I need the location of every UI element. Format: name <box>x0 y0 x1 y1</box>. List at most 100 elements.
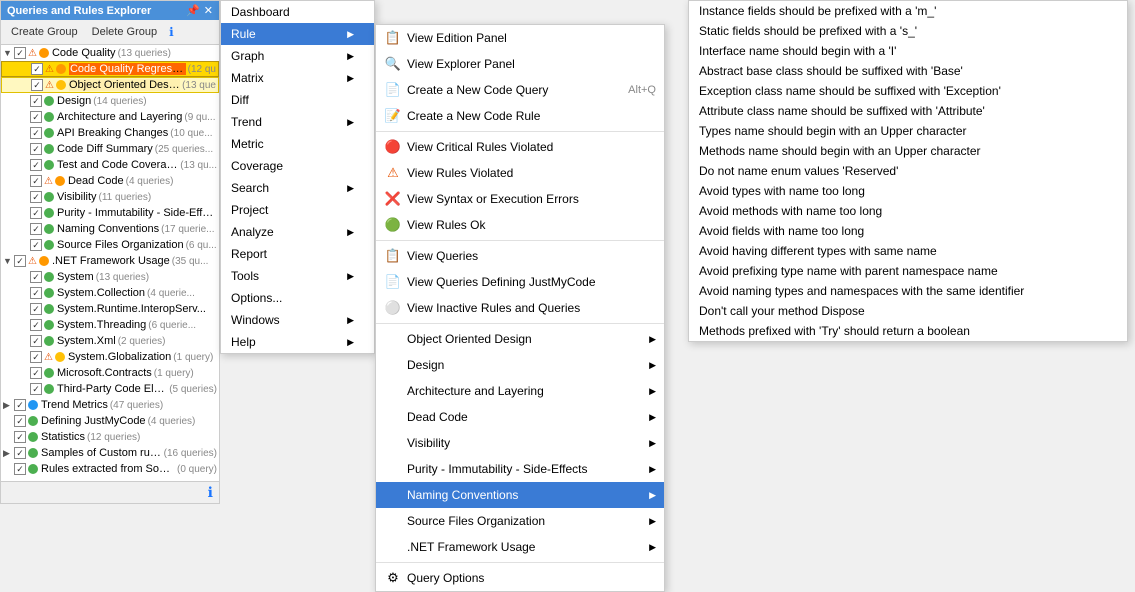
naming-submenu-item[interactable]: Avoid naming types and namespaces with t… <box>689 281 1127 301</box>
naming-submenu-item[interactable]: Avoid prefixing type name with parent na… <box>689 261 1127 281</box>
main-menu-item[interactable]: Windows▶ <box>221 309 374 331</box>
main-menu-item[interactable]: Rule▶ <box>221 23 374 45</box>
checkbox[interactable] <box>30 191 42 203</box>
tree-item[interactable]: System.Threading (6 querie... <box>1 317 219 333</box>
rule-submenu-item[interactable]: .NET Framework Usage▶ <box>376 534 664 560</box>
pin-icon[interactable]: 📌 <box>186 4 200 17</box>
checkbox[interactable] <box>30 175 42 187</box>
rule-submenu-item[interactable]: Naming Conventions▶ <box>376 482 664 508</box>
rule-submenu-item[interactable]: 📄View Queries Defining JustMyCode <box>376 269 664 295</box>
tree-item[interactable]: System.Collection (4 querie... <box>1 285 219 301</box>
naming-submenu-item[interactable]: Do not name enum values 'Reserved' <box>689 161 1127 181</box>
rule-submenu-item[interactable]: ⚠View Rules Violated <box>376 160 664 186</box>
checkbox[interactable] <box>14 431 26 443</box>
main-menu-item[interactable]: Project <box>221 199 374 221</box>
checkbox[interactable] <box>30 367 42 379</box>
naming-submenu-item[interactable]: Instance fields should be prefixed with … <box>689 1 1127 21</box>
bottom-info-icon[interactable]: ℹ <box>208 484 213 501</box>
tree-item[interactable]: Test and Code Coverage (13 qu... <box>1 157 219 173</box>
main-menu-item[interactable]: Help▶ <box>221 331 374 353</box>
tree-item[interactable]: Naming Conventions (17 querie... <box>1 221 219 237</box>
tree-item[interactable]: Defining JustMyCode (4 queries) <box>1 413 219 429</box>
tree-item[interactable]: ⚠Dead Code (4 queries) <box>1 173 219 189</box>
expand-icon[interactable]: ▼ <box>3 256 13 266</box>
rule-submenu-item[interactable]: Object Oriented Design▶ <box>376 326 664 352</box>
rule-submenu-item[interactable]: ❌View Syntax or Execution Errors <box>376 186 664 212</box>
rule-submenu-item[interactable]: Purity - Immutability - Side-Effects▶ <box>376 456 664 482</box>
rule-submenu-item[interactable]: 🔴View Critical Rules Violated <box>376 134 664 160</box>
checkbox[interactable] <box>30 271 42 283</box>
checkbox[interactable] <box>30 239 42 251</box>
tree-item[interactable]: Architecture and Layering (9 qu... <box>1 109 219 125</box>
naming-submenu-item[interactable]: Avoid having different types with same n… <box>689 241 1127 261</box>
rule-submenu-item[interactable]: Design▶ <box>376 352 664 378</box>
checkbox[interactable] <box>30 127 42 139</box>
main-menu-item[interactable]: Tools▶ <box>221 265 374 287</box>
checkbox[interactable] <box>30 319 42 331</box>
rule-submenu-item[interactable]: Architecture and Layering▶ <box>376 378 664 404</box>
rule-submenu-item[interactable]: ⚪View Inactive Rules and Queries <box>376 295 664 321</box>
rule-submenu-item[interactable]: 🟢View Rules Ok <box>376 212 664 238</box>
checkbox[interactable] <box>30 95 42 107</box>
checkbox[interactable] <box>30 143 42 155</box>
checkbox[interactable] <box>30 207 42 219</box>
tree-item[interactable]: Code Diff Summary (25 queries... <box>1 141 219 157</box>
tree-item[interactable]: Design (14 queries) <box>1 93 219 109</box>
tree-item[interactable]: Purity - Immutability - Side-Effec... <box>1 205 219 221</box>
main-menu-item[interactable]: Trend▶ <box>221 111 374 133</box>
tree-item[interactable]: API Breaking Changes (10 que... <box>1 125 219 141</box>
tree-item[interactable]: ⚠Object Oriented Design (13 que <box>1 77 219 93</box>
rule-submenu-item[interactable]: Dead Code▶ <box>376 404 664 430</box>
delete-group-button[interactable]: Delete Group <box>86 24 163 40</box>
tree-container[interactable]: ▼⚠Code Quality (13 queries)⚠Code Quality… <box>1 45 219 481</box>
main-menu-item[interactable]: Dashboard <box>221 1 374 23</box>
expand-icon[interactable]: ▶ <box>3 400 13 411</box>
main-menu-item[interactable]: Metric <box>221 133 374 155</box>
naming-submenu-item[interactable]: Abstract base class should be suffixed w… <box>689 61 1127 81</box>
rule-submenu-item[interactable]: 📋View Queries <box>376 243 664 269</box>
checkbox[interactable] <box>30 287 42 299</box>
rule-submenu-item[interactable]: 📋View Edition Panel <box>376 25 664 51</box>
checkbox[interactable] <box>14 447 26 459</box>
tree-item[interactable]: System.Runtime.InteropServ... <box>1 301 219 317</box>
tree-item[interactable]: ▶Samples of Custom rules (16 queries) <box>1 445 219 461</box>
naming-submenu-item[interactable]: Avoid methods with name too long <box>689 201 1127 221</box>
checkbox[interactable] <box>30 303 42 315</box>
checkbox[interactable] <box>14 415 26 427</box>
rule-submenu-item[interactable]: 📄Create a New Code QueryAlt+Q <box>376 77 664 103</box>
checkbox[interactable] <box>30 223 42 235</box>
naming-submenu-item[interactable]: Avoid types with name too long <box>689 181 1127 201</box>
tree-item[interactable]: ▶Trend Metrics (47 queries) <box>1 397 219 413</box>
tree-item[interactable]: Source Files Organization (6 qu... <box>1 237 219 253</box>
checkbox[interactable] <box>31 79 43 91</box>
naming-submenu-item[interactable]: Static fields should be prefixed with a … <box>689 21 1127 41</box>
naming-submenu-item[interactable]: Avoid fields with name too long <box>689 221 1127 241</box>
tree-item[interactable]: Statistics (12 queries) <box>1 429 219 445</box>
checkbox[interactable] <box>30 383 42 395</box>
naming-submenu-item[interactable]: Attribute class name should be suffixed … <box>689 101 1127 121</box>
tree-item[interactable]: ⚠System.Globalization (1 query) <box>1 349 219 365</box>
main-menu-item[interactable]: Coverage <box>221 155 374 177</box>
checkbox[interactable] <box>30 159 42 171</box>
rule-submenu-item[interactable]: ⚙Query Options <box>376 565 664 591</box>
tree-item[interactable]: System.Xml (2 queries) <box>1 333 219 349</box>
naming-submenu-item[interactable]: Methods name should begin with an Upper … <box>689 141 1127 161</box>
rule-submenu-item[interactable]: Source Files Organization▶ <box>376 508 664 534</box>
tree-item[interactable]: ▼⚠.NET Framework Usage (35 qu... <box>1 253 219 269</box>
rule-submenu-item[interactable]: 🔍View Explorer Panel <box>376 51 664 77</box>
checkbox[interactable] <box>14 399 26 411</box>
tree-item[interactable]: Visibility (11 queries) <box>1 189 219 205</box>
tree-item[interactable]: Microsoft.Contracts (1 query) <box>1 365 219 381</box>
main-menu-item[interactable]: Report <box>221 243 374 265</box>
checkbox[interactable] <box>14 47 26 59</box>
naming-submenu-item[interactable]: Don't call your method Dispose <box>689 301 1127 321</box>
rule-submenu-item[interactable]: 📝Create a New Code Rule <box>376 103 664 129</box>
main-menu-item[interactable]: Diff <box>221 89 374 111</box>
checkbox[interactable] <box>14 463 26 475</box>
checkbox[interactable] <box>30 111 42 123</box>
main-menu-item[interactable]: Analyze▶ <box>221 221 374 243</box>
tree-item[interactable]: Third-Party Code Elements Used (5 querie… <box>1 381 219 397</box>
rule-submenu-item[interactable]: Visibility▶ <box>376 430 664 456</box>
naming-submenu-item[interactable]: Methods prefixed with 'Try' should retur… <box>689 321 1127 341</box>
naming-submenu-item[interactable]: Exception class name should be suffixed … <box>689 81 1127 101</box>
